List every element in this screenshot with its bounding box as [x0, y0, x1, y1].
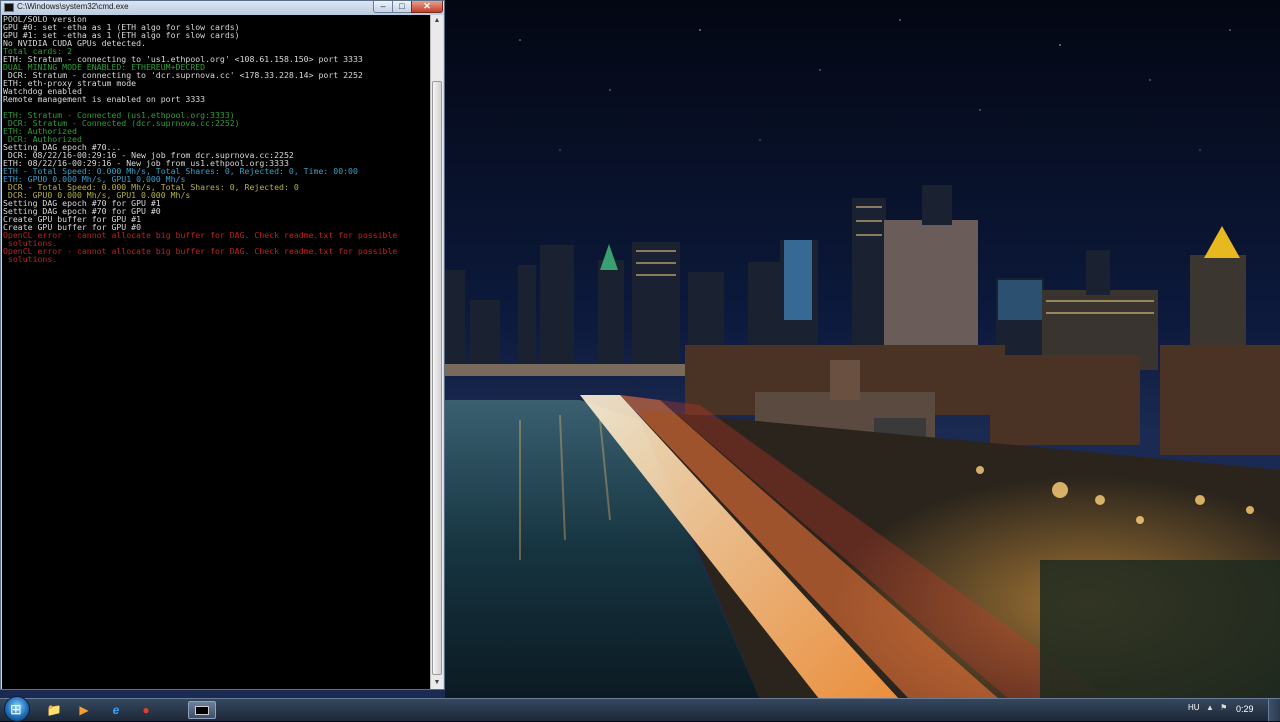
cmd-icon — [195, 706, 209, 715]
scroll-down-arrow-icon[interactable]: ▼ — [431, 677, 443, 689]
minimize-button[interactable]: – — [373, 1, 393, 13]
language-indicator[interactable]: HU — [1188, 703, 1200, 712]
cmd-icon — [4, 3, 14, 12]
console-line: Remote management is enabled on port 333… — [3, 94, 206, 104]
console-line: solutions. — [3, 254, 58, 264]
internet-explorer-icon[interactable]: e — [104, 701, 128, 719]
window-titlebar[interactable]: C:\Windows\system32\cmd.exe – □ ✕ — [1, 1, 444, 15]
windows-logo-icon: ⊞ — [10, 701, 22, 717]
cmd-window[interactable]: C:\Windows\system32\cmd.exe – □ ✕ POOL/S… — [0, 0, 445, 690]
clock[interactable]: 0:29 — [1236, 704, 1254, 714]
tray-icons[interactable]: ▲ ⚑ — [1206, 703, 1229, 712]
close-button[interactable]: ✕ — [411, 1, 443, 13]
start-button[interactable]: ⊞ — [4, 696, 30, 722]
maximize-button[interactable]: □ — [392, 1, 412, 13]
console-output[interactable]: POOL/SOLO version GPU #0: set -etha as 1 … — [2, 15, 430, 689]
media-player-icon[interactable]: ▶ — [72, 701, 96, 719]
show-desktop-button[interactable] — [1268, 699, 1280, 721]
vertical-scrollbar[interactable]: ▲ ▼ — [430, 15, 443, 689]
window-title: C:\Windows\system32\cmd.exe — [17, 2, 129, 11]
scroll-thumb[interactable] — [432, 81, 442, 675]
taskbar: ⊞ 📁 ▶ e ● HU ▲ ⚑ 0:29 — [0, 696, 1280, 722]
taskbar-cmd-button[interactable] — [188, 701, 216, 719]
console-line: OpenCL error - cannot allocate big buffe… — [3, 230, 398, 240]
explorer-icon[interactable]: 📁 — [42, 701, 66, 719]
chrome-icon[interactable]: ● — [134, 701, 158, 719]
scroll-up-arrow-icon[interactable]: ▲ — [431, 15, 443, 27]
console-line: OpenCL error - cannot allocate big buffe… — [3, 246, 398, 256]
